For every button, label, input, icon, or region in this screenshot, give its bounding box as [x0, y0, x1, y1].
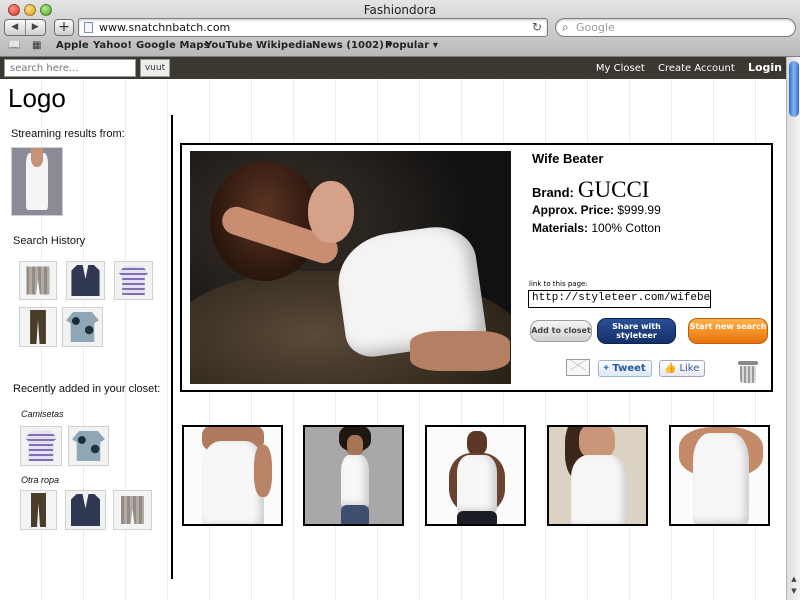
site-search-input[interactable] [4, 59, 136, 77]
scroll-down-arrow-icon[interactable]: ▼ [789, 587, 799, 595]
search-icon: ⌕ [562, 20, 569, 34]
permalink-label: link to this page: [529, 280, 588, 288]
browser-chrome: Fashiondora ◀ ▶ + www.snatchnbatch.com ↻… [0, 0, 800, 57]
facebook-like-button[interactable]: 👍 Like [659, 360, 705, 377]
related-item-white-tank-man-2[interactable] [669, 425, 770, 526]
closet-item-hawaiian-shirt[interactable] [68, 426, 109, 466]
dropdown-arrow-icon: ▾ [429, 40, 438, 51]
page-scrollbar[interactable]: ▲ ▼ [786, 57, 800, 600]
materials-value: 100% Cotton [591, 221, 661, 235]
bookmark-news[interactable]: News (1002) ▾ [312, 40, 393, 51]
thumbs-up-icon: 👍 [664, 363, 677, 374]
price-value: $999.99 [617, 203, 661, 217]
add-bookmark-button[interactable]: + [54, 19, 74, 36]
bookmark-youtube[interactable]: YouTube [205, 40, 253, 51]
back-forward-buttons: ◀ ▶ [4, 19, 46, 36]
history-item-plaid-shorts[interactable] [19, 261, 57, 300]
product-price: Approx. Price: $999.99 [532, 203, 661, 217]
product-name: Wife Beater [532, 151, 604, 166]
bookmark-wikipedia[interactable]: Wikipedia [256, 40, 313, 51]
account-links: My Closet Create Account Login [586, 61, 782, 74]
sidebar-divider [171, 115, 173, 579]
related-item-white-tank-woman-2[interactable] [303, 425, 404, 526]
google-search-field[interactable]: ⌕ Google [555, 18, 796, 37]
google-search-placeholder: Google [576, 21, 615, 34]
scroll-up-arrow-icon[interactable]: ▲ [789, 575, 799, 583]
product-materials: Materials: 100% Cotton [532, 221, 661, 235]
bookmark-google-maps[interactable]: Google Maps [136, 40, 210, 51]
email-icon[interactable] [566, 359, 590, 376]
bookmark-apple[interactable]: Apple [56, 40, 89, 51]
search-history-label: Search History [13, 235, 86, 247]
address-bar[interactable]: www.snatchnbatch.com ↻ [78, 18, 548, 37]
streaming-results-label: Streaming results from: [11, 128, 125, 140]
site-logo[interactable]: Logo [8, 83, 66, 114]
top-sites-grid-icon[interactable]: ▦ [32, 40, 41, 51]
share-with-styleteer-button[interactable]: Share with styleteer [597, 318, 676, 344]
history-item-brown-pants[interactable] [19, 307, 57, 347]
related-item-white-tank-woman-1[interactable] [182, 425, 283, 526]
reload-icon[interactable]: ↻ [532, 20, 542, 34]
twitter-bird-icon: ✦ [602, 363, 611, 374]
window-title: Fashiondora [363, 3, 437, 17]
start-new-search-button[interactable]: Start new search [688, 318, 768, 344]
add-to-closet-button[interactable]: Add to closet [530, 320, 592, 342]
streaming-source-thumbnail[interactable] [11, 147, 63, 216]
trash-icon[interactable] [738, 361, 758, 383]
permalink-field[interactable]: http://styleteer.com/wifebeater1.png [528, 290, 711, 308]
closet-item-plaid-shorts[interactable] [113, 490, 152, 530]
product-photo[interactable] [190, 151, 511, 384]
brand-value: GUCCI [577, 177, 650, 202]
login-link[interactable]: Login [748, 61, 782, 74]
url-text: www.snatchnbatch.com [99, 21, 231, 34]
tweet-button[interactable]: ✦ Tweet [598, 360, 652, 377]
forward-arrow-icon[interactable]: ▶ [24, 20, 46, 35]
search-submit-button[interactable]: vuut [140, 59, 170, 77]
recently-added-label: Recently added in your closet: [13, 383, 161, 395]
site-top-bar: vuut My Closet Create Account Login [0, 57, 786, 79]
history-item-purple-plaid-shirt[interactable] [114, 261, 153, 300]
page-content: Logo Streaming results from: Search Hist… [0, 79, 786, 600]
closet-item-brown-pants[interactable] [20, 490, 57, 530]
closet-item-navy-blazer[interactable] [65, 490, 106, 530]
my-closet-link[interactable]: My Closet [596, 63, 645, 74]
closet-item-purple-plaid-shirt[interactable] [20, 426, 62, 466]
back-arrow-icon[interactable]: ◀ [5, 20, 25, 35]
create-account-link[interactable]: Create Account [658, 63, 735, 74]
bookmarks-bar: 📖 ▦ Apple Yahoo! Google Maps YouTube Wik… [0, 38, 800, 54]
reading-list-icon[interactable]: 📖 [8, 40, 20, 51]
related-item-white-tank-man-1[interactable] [425, 425, 526, 526]
history-item-hawaiian-shirt[interactable] [62, 307, 103, 347]
closet-group-otra-ropa: Otra ropa [21, 475, 60, 485]
closet-group-camisetas: Camisetas [21, 409, 64, 419]
bookmark-yahoo[interactable]: Yahoo! [93, 40, 132, 51]
bookmark-popular[interactable]: Popular ▾ [385, 40, 438, 51]
scrollbar-thumb[interactable] [789, 61, 799, 117]
history-item-navy-blazer[interactable] [66, 261, 105, 300]
product-brand: Brand: GUCCI [532, 177, 650, 202]
related-item-white-tank-woman-3[interactable] [547, 425, 648, 526]
page-icon [84, 22, 93, 33]
product-card: Wife Beater Brand: GUCCI Approx. Price: $… [180, 143, 773, 392]
